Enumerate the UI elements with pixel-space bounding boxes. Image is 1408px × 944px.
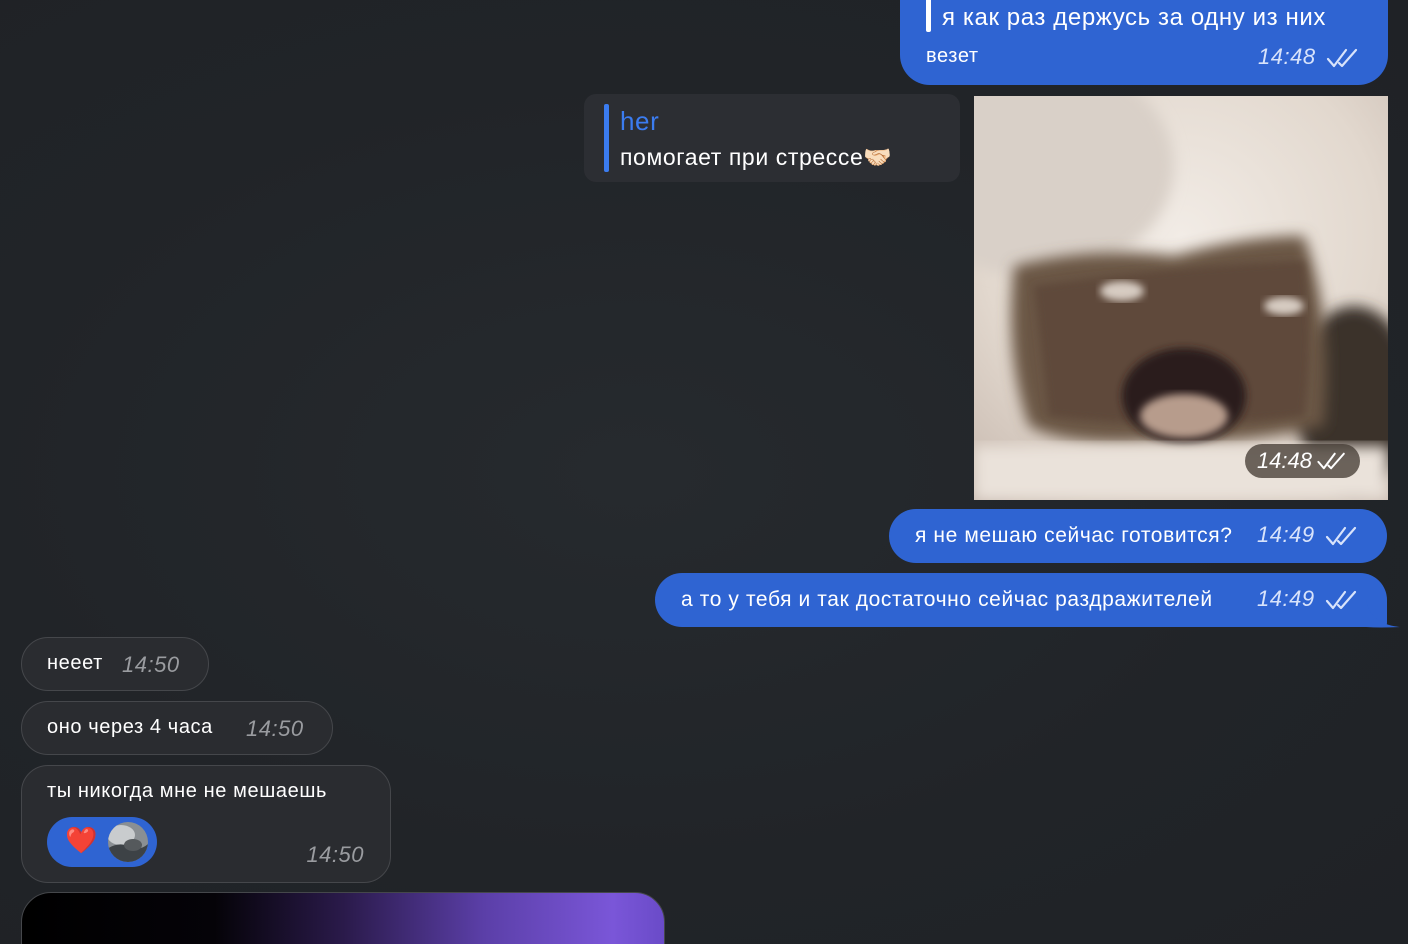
incoming-message[interactable]: нееет 14:50: [21, 637, 209, 691]
outgoing-message-with-reply[interactable]: я как раз держусь за одну из них везет 1…: [900, 0, 1388, 85]
message-text: а то у тебя и так достаточно сейчас разд…: [681, 588, 1213, 611]
quoted-text: я как раз держусь за одну из них: [942, 4, 1326, 31]
message-meta: 14:49: [1257, 586, 1359, 612]
message-time: 14:49: [1257, 522, 1315, 547]
outgoing-message[interactable]: я не мешаю сейчас готовится? 14:49: [889, 509, 1387, 563]
handshake-emoji: 🤝🏻: [863, 144, 893, 170]
reply-quote-block[interactable]: her помогает при стрессе🤝🏻: [584, 94, 960, 182]
reactor-avatar: [108, 822, 148, 862]
message-time: 14:50: [122, 652, 180, 677]
quoted-text: помогает при стрессе🤝🏻: [620, 144, 893, 171]
photo-meta: 14:48: [1244, 444, 1360, 478]
message-time: 14:49: [1257, 586, 1315, 611]
message-text: я не мешаю сейчас готовится?: [915, 524, 1233, 547]
message-text: ты никогда мне не мешаешь: [47, 780, 327, 802]
chat-history[interactable]: я как раз держусь за одну из них везет 1…: [0, 0, 1408, 944]
photo-time: 14:48: [1256, 448, 1312, 473]
heart-emoji-icon: ❤️: [65, 825, 98, 855]
message-text: нееет: [47, 652, 103, 674]
message-time: 14:50: [306, 842, 364, 867]
message-meta: 14:49: [1257, 522, 1359, 548]
quote-text: помогает при стрессе: [620, 144, 864, 170]
message-meta: 14:48: [1258, 44, 1360, 70]
quote-bar: [604, 104, 609, 172]
incoming-media-message[interactable]: [21, 892, 665, 944]
message-time: 14:50: [246, 716, 304, 741]
double-check-icon: [1326, 49, 1358, 68]
incoming-message-with-reaction[interactable]: ты никогда мне не мешаешь ❤️ 14:50: [21, 765, 391, 883]
outgoing-message[interactable]: а то у тебя и так достаточно сейчас разд…: [655, 573, 1387, 627]
message-text: оно через 4 часа: [47, 716, 213, 738]
double-check-icon: [1325, 527, 1357, 546]
message-text: везет: [926, 45, 979, 67]
photo-image: [974, 96, 1388, 500]
double-check-icon: [1325, 591, 1357, 610]
photo-message[interactable]: 14:48: [974, 96, 1388, 500]
double-check-icon: [1317, 452, 1345, 470]
quote-author: her: [620, 106, 660, 136]
reaction-chip[interactable]: ❤️: [47, 817, 157, 867]
bubble-tail: [1366, 600, 1400, 628]
message-time: 14:48: [1258, 44, 1316, 69]
quote-bar: [926, 0, 931, 32]
incoming-message[interactable]: оно через 4 часа 14:50: [21, 701, 333, 755]
